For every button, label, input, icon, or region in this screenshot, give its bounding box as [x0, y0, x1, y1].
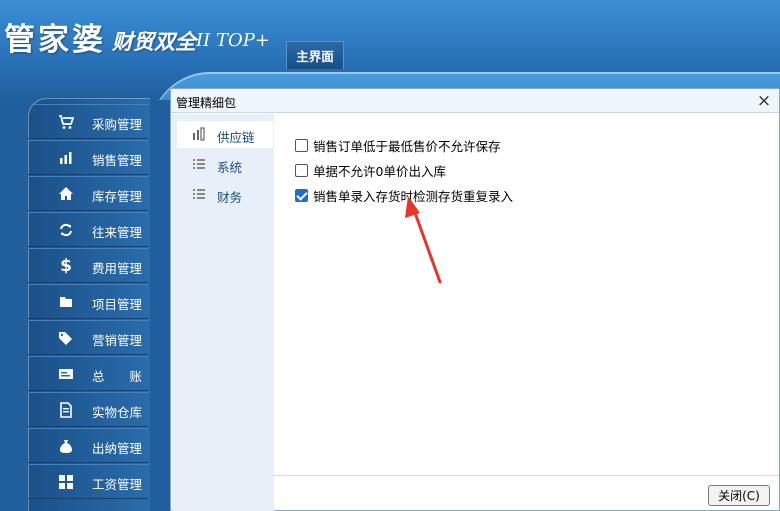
cart-icon	[58, 114, 75, 130]
sidebar-item-label: 采购管理	[92, 117, 143, 132]
dollar-icon: $	[60, 256, 72, 276]
sidebar-item-expense[interactable]: $ 费用管理	[28, 248, 148, 283]
sidebar-item-label: 费用管理	[92, 261, 143, 276]
sidebar-item-label: 工资管理	[92, 477, 143, 492]
sidebar-item-label: 实物仓库	[92, 405, 143, 420]
sidebar-item-marketing[interactable]: 营销管理	[28, 320, 148, 355]
nav-item-label: 系统	[217, 160, 243, 175]
money-bag-icon	[58, 438, 74, 454]
sidebar-item-label: 库存管理	[92, 189, 143, 204]
sidebar-item-project[interactable]: 项目管理	[28, 284, 148, 319]
close-icon[interactable]: ×	[753, 90, 775, 112]
app-logo-edition: II TOP+	[196, 30, 270, 51]
document-icon	[58, 402, 74, 418]
folder-icon	[58, 294, 74, 310]
nav-item-system[interactable]: 系统	[177, 151, 273, 178]
nav-item-label: 供应链	[217, 130, 255, 145]
sidebar-item-label: 营销管理	[92, 333, 143, 348]
sidebar-item-accounts[interactable]: 往来管理	[28, 212, 148, 247]
sidebar-item-label: 往来管理	[92, 225, 143, 240]
option-label: 销售订单低于最低售价不允许保存	[313, 138, 501, 154]
checkbox-zero-price-block[interactable]	[295, 163, 308, 177]
dialog-title: 管理精细包	[176, 96, 237, 110]
tag-icon	[58, 330, 74, 346]
option-label: 销售单录入存货时检测存货重复录入	[313, 188, 514, 204]
sidebar-menu: 采购管理 销售管理 库存管理 往来管理 $ 费用管理 项目管理 营销管理 总 账…	[28, 98, 150, 511]
list-icon	[192, 157, 206, 171]
option-zero-price-block[interactable]: 单据不允许0单价出入库	[295, 161, 446, 179]
checkbox-min-price-block[interactable]	[295, 138, 308, 152]
dialog-titlebar: 管理精细包 ×	[171, 89, 779, 113]
bar-chart-icon	[58, 150, 74, 166]
option-duplicate-check[interactable]: 销售单录入存货时检测存货重复录入	[295, 186, 513, 204]
option-label: 单据不允许0单价出入库	[313, 163, 446, 179]
ledger-icon	[58, 366, 74, 382]
footer-divider	[274, 475, 779, 476]
app-logo: 管家婆	[4, 22, 106, 58]
sidebar-item-label: 项目管理	[92, 297, 143, 312]
sidebar-item-sales[interactable]: 销售管理	[28, 140, 148, 175]
sidebar-item-cashier[interactable]: 出纳管理	[28, 428, 148, 463]
sidebar-item-warehouse[interactable]: 实物仓库	[28, 392, 148, 427]
bar-chart-icon	[192, 127, 206, 141]
nav-item-finance[interactable]: 财务	[177, 181, 273, 208]
refresh-icon	[58, 222, 74, 238]
sidebar-item-label: 销售管理	[92, 153, 143, 168]
home-icon	[58, 186, 74, 202]
app-header: 管家婆 财贸双全 II TOP+ 主界面	[0, 0, 780, 100]
sidebar-item-label: 出纳管理	[92, 441, 143, 456]
tab-main[interactable]: 主界面	[286, 41, 344, 69]
sidebar-item-general-ledger[interactable]: 总 账	[28, 356, 148, 391]
grid-icon	[58, 474, 74, 490]
sidebar-item-label: 总 账	[92, 369, 143, 384]
nav-item-supply-chain[interactable]: 供应链	[177, 121, 273, 148]
checkbox-duplicate-check[interactable]	[295, 188, 308, 202]
list-icon	[192, 187, 206, 201]
sidebar-item-inventory[interactable]: 库存管理	[28, 176, 148, 211]
nav-item-label: 财务	[217, 190, 243, 205]
sidebar-item-payroll[interactable]: 工资管理	[28, 464, 148, 499]
management-dialog: 管理精细包 × 供应链 系统 财务 销售订单低于最低售价不允许保存 单据不允许0…	[170, 88, 780, 511]
dialog-nav: 供应链 系统 财务	[172, 114, 274, 511]
close-button[interactable]: 关闭(C)	[708, 485, 770, 506]
app-logo-subtitle: 财贸双全	[112, 29, 196, 54]
sidebar-item-purchase[interactable]: 采购管理	[28, 104, 148, 139]
option-min-price-block[interactable]: 销售订单低于最低售价不允许保存	[295, 136, 501, 154]
